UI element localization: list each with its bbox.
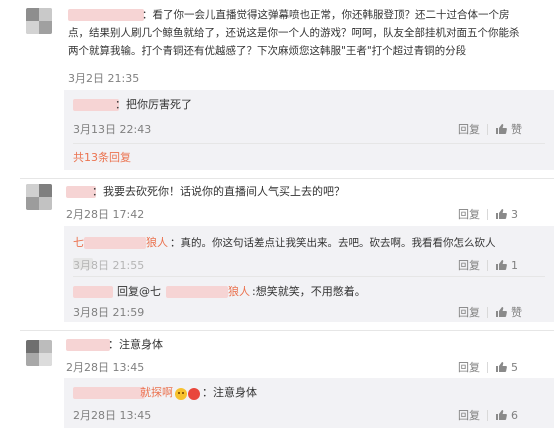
divider	[73, 143, 545, 144]
divider	[487, 306, 488, 318]
reply-text: ：注意身体	[202, 386, 257, 399]
comment-text-line-2: 点，结果别人刷几个鲸鱼就给了，还说这是你一个人的游戏？呵呵，队友全部挂机对面五个…	[68, 27, 520, 39]
divider	[20, 178, 554, 179]
thumbs-up-icon	[496, 409, 507, 420]
divider	[20, 330, 554, 331]
expand-replies-link[interactable]: 共13条回复	[73, 150, 131, 166]
divider	[487, 208, 488, 220]
reply-username-suffix[interactable]: 狼人	[146, 235, 168, 251]
reply-time: 3月8日 21:59	[73, 306, 145, 319]
divider	[487, 361, 488, 373]
emoji-icon	[175, 388, 200, 401]
reply-time: 3月8日 21:55	[73, 259, 145, 272]
like-button[interactable]: 3	[495, 208, 518, 221]
like-count: 6	[511, 408, 518, 422]
reply-to-username-suffix[interactable]: 狼人	[228, 284, 250, 300]
comment-time: 2月28日 13:45	[66, 361, 145, 374]
like-count: 赞	[511, 306, 522, 319]
avatar[interactable]	[26, 340, 52, 366]
reply-actions: 回复 赞	[458, 304, 522, 320]
reply-to-username-blurred[interactable]	[166, 286, 228, 298]
reply-username-blurred[interactable]	[73, 387, 145, 399]
like-count: 3	[511, 207, 518, 221]
comment-text: ：注意身体	[108, 338, 163, 351]
thumbs-up-icon	[496, 307, 507, 317]
reply-text: :想笑就笑，不用憋着。	[252, 285, 366, 298]
avatar[interactable]	[26, 8, 52, 34]
comment-text: ：我要去砍死你！话说你的直播间人气买上去的吧？	[92, 185, 345, 198]
reply-button[interactable]: 回复	[458, 304, 480, 320]
reply-button[interactable]: 回复	[458, 206, 480, 222]
username-blurred[interactable]	[68, 9, 144, 21]
like-count: 5	[511, 360, 518, 374]
reply-time: 2月28日 13:45	[73, 409, 152, 422]
divider	[487, 259, 488, 271]
thumbs-up-icon	[496, 259, 507, 270]
comment-text-line-1: ：看了你一会儿直播觉得这弹幕喷也正常，你还韩服登顶？还二十过合体一个房	[142, 9, 510, 21]
reply-username-blurred[interactable]	[84, 237, 146, 249]
like-button[interactable]: 1	[495, 259, 518, 272]
avatar[interactable]	[26, 184, 52, 210]
like-button[interactable]: 赞	[495, 304, 522, 320]
username-blurred[interactable]	[66, 339, 110, 351]
like-button[interactable]: 赞	[495, 121, 522, 137]
reply-username-suffix[interactable]: 就探啊	[140, 385, 173, 401]
like-count: 赞	[511, 123, 522, 136]
reply-actions: 回复 1	[458, 257, 518, 273]
divider	[73, 276, 545, 277]
thumbs-up-icon	[496, 124, 507, 134]
like-button[interactable]: 5	[495, 361, 518, 374]
divider	[487, 409, 488, 421]
like-count: 1	[511, 258, 518, 272]
reply-username-prefix[interactable]: 七	[73, 235, 84, 251]
thumbs-up-icon	[496, 208, 507, 219]
thumbs-up-icon	[496, 361, 507, 372]
reply-time: 3月13日 22:43	[73, 123, 152, 136]
like-button[interactable]: 6	[495, 409, 518, 422]
reply-text: ：把你厉害死了	[115, 98, 192, 111]
comment-time: 3月2日 21:35	[68, 72, 140, 85]
reply-username-blurred[interactable]	[73, 99, 119, 111]
reply-button[interactable]: 回复	[458, 257, 480, 273]
reply-button[interactable]: 回复	[458, 359, 480, 375]
reply-actions: 回复 6	[458, 407, 518, 423]
comment-text-line-3: 两个就算我输。打个青铜还有优越感了？下次麻烦您这韩服"王者"打个超过青铜的分段	[68, 45, 467, 57]
divider	[487, 123, 488, 135]
reply-button[interactable]: 回复	[458, 407, 480, 423]
comment-actions: 回复 5	[458, 359, 518, 375]
comment-actions: 回复 3	[458, 206, 518, 222]
comment-time: 2月28日 17:42	[66, 208, 145, 221]
reply-actions: 回复 赞	[458, 121, 522, 137]
reply-button[interactable]: 回复	[458, 121, 480, 137]
reply-to-prefix: 回复@七	[117, 285, 161, 298]
reply-username-blurred[interactable]	[73, 286, 113, 298]
reply-text: ：真的。你这句话差点让我笑出来。去吧。砍去啊。我看看你怎么砍人	[170, 237, 496, 249]
